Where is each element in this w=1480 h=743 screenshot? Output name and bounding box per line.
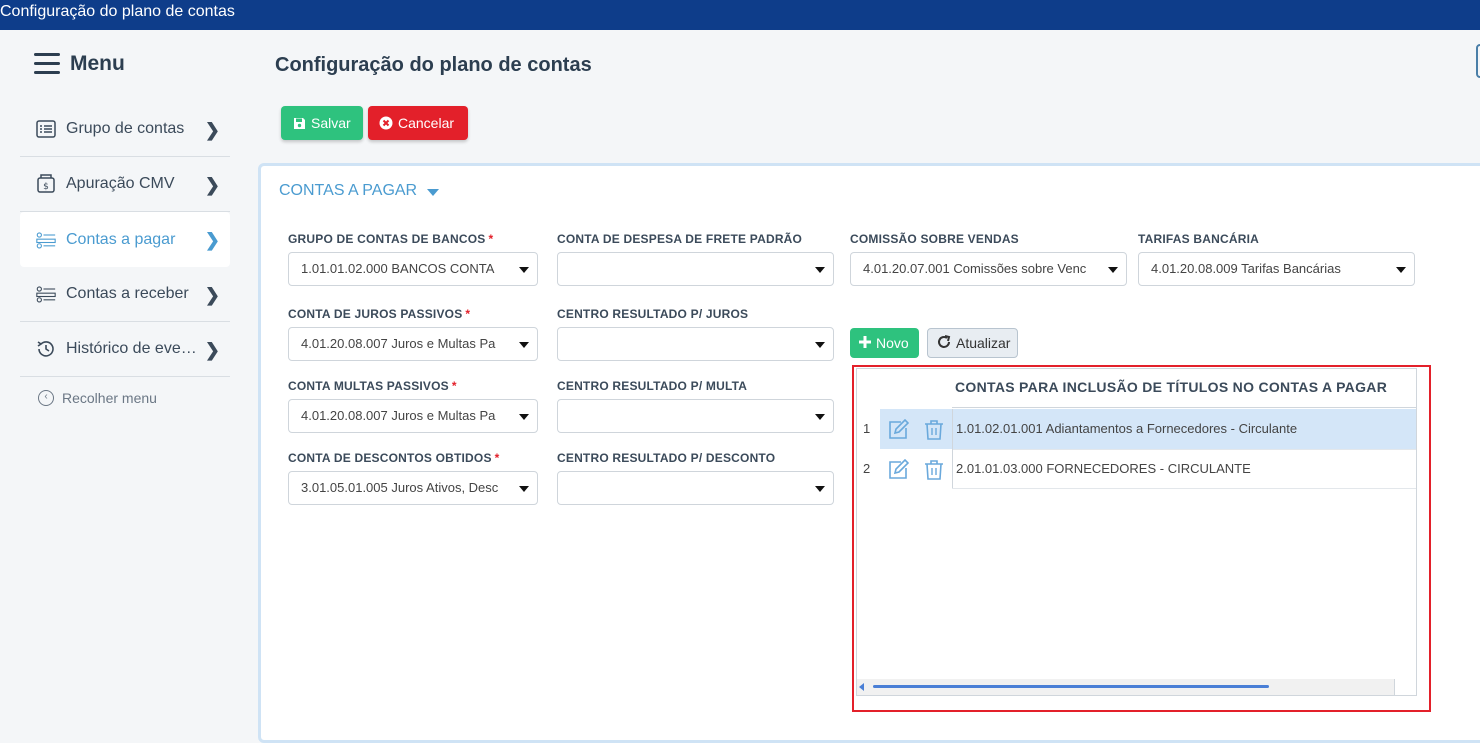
accounts-list-icon [36,284,56,304]
history-icon [36,339,56,359]
plus-icon [858,335,872,352]
trash-icon[interactable] [923,419,945,441]
floppy-icon [292,116,306,130]
field-label-descontos: CONTA DE DESCONTOS OBTIDOS * [288,451,500,465]
chevron-right-icon: ❯ [204,340,220,360]
page-title: Configuração do plano de contas [275,54,592,76]
field-label-centro-juros: CENTRO RESULTADO P/ JUROS [557,307,749,321]
menu-header[interactable]: Menu [34,52,125,76]
table-row[interactable]: 1 1.01.02.01.001 Adiantamentos a Fornece… [857,409,1416,449]
field-label-multas-passivos: CONTA MULTAS PASSIVOS * [288,379,457,393]
save-button[interactable]: Salvar [281,106,363,140]
scrollbar-thumb[interactable] [873,685,1269,688]
window-titlebar: Configuração do plano de contas [0,0,1480,30]
grid-title: CONTAS PARA INCLUSÃO DE TÍTULOS NO CONTA… [955,379,1388,395]
select-despesa-frete[interactable] [557,252,834,286]
cancel-button[interactable]: Cancelar [368,106,468,140]
section-header[interactable]: CONTAS A PAGAR [279,182,440,200]
row-account-cell[interactable]: 2.01.01.03.000 FORNECEDORES - CIRCULANTE [952,449,1416,489]
row-number: 1 [863,421,871,436]
collapse-menu-label: Recolher menu [62,390,157,406]
select-juros-passivos[interactable]: 4.01.20.08.007 Juros e Multas Pa [288,327,538,361]
trash-icon[interactable] [923,459,945,481]
refresh-icon [936,334,952,353]
hamburger-icon[interactable] [34,53,60,75]
menu-title: Menu [70,52,125,75]
select-grupo-bancos[interactable]: 1.01.01.02.000 BANCOS CONTA [288,252,538,286]
chevron-right-icon: ❯ [204,230,220,250]
close-circle-icon [379,116,393,130]
row-divider [952,488,1416,489]
sidebar-item-label: Contas a pagar [66,230,176,248]
sidebar-item-label: Apuração CMV [66,175,175,192]
sidebar-nav: Grupo de contas ❯ $ Apuração CMV ❯ Conta… [20,102,230,377]
sidebar-item-contas-a-receber[interactable]: Contas a receber ❯ [20,267,230,322]
select-tarifas[interactable]: 4.01.20.08.009 Tarifas Bancárias [1138,252,1415,286]
dropdown-arrow-icon [815,414,825,420]
new-button[interactable]: Novo [850,328,919,358]
select-multas-passivos[interactable]: 4.01.20.08.007 Juros e Multas Pa [288,399,538,433]
cancel-label: Cancelar [398,115,455,131]
field-label-centro-multa: CENTRO RESULTADO P/ MULTA [557,379,748,393]
edit-icon[interactable] [887,458,910,481]
collapse-menu-button[interactable]: ‹ Recolher menu [38,390,157,406]
select-comissao[interactable]: 4.01.20.07.001 Comissões sobre Venc [850,252,1127,286]
horizontal-scrollbar[interactable] [857,679,1416,695]
chevron-right-icon: ❯ [204,120,220,140]
row-account-cell[interactable]: 1.01.02.01.001 Adiantamentos a Fornecedo… [952,409,1416,449]
sidebar-item-historico[interactable]: Histórico de eve… ❯ [20,322,230,377]
field-label-despesa-frete: CONTA DE DESPESA DE FRETE PADRÃO [557,232,803,246]
sidebar-item-label: Contas a receber [66,285,189,302]
grid-header-divider [952,407,1417,408]
window-title: Configuração do plano de contas [0,3,235,20]
table-row[interactable]: 2 2.01.01.03.000 FORNECEDORES - CIRCULAN… [857,449,1416,489]
sidebar-item-apuracao-cmv[interactable]: $ Apuração CMV ❯ [20,157,230,212]
sidebar-item-grupo-de-contas[interactable]: Grupo de contas ❯ [20,102,230,157]
field-label-grupo-bancos: GRUPO DE CONTAS DE BANCOS * [288,232,494,246]
edit-icon[interactable] [887,418,910,441]
row-number: 2 [863,461,871,476]
dropdown-arrow-icon [519,486,529,492]
dropdown-arrow-icon [1396,267,1406,273]
refresh-button[interactable]: Atualizar [927,328,1018,358]
sidebar-item-label: Histórico de eve… [66,340,197,357]
field-label-tarifas: TARIFAS BANCÁRIA [1138,232,1259,246]
new-label: Novo [876,335,909,351]
svg-text:$: $ [43,182,49,192]
dropdown-arrow-icon [519,414,529,420]
scrollbar-corner [1394,679,1416,695]
sidebar-item-label: Grupo de contas [66,120,185,137]
row-actions [880,409,952,449]
field-label-centro-desconto: CENTRO RESULTADO P/ DESCONTO [557,451,776,465]
scroll-left-arrow-icon[interactable] [859,683,864,691]
section-title: CONTAS A PAGAR [279,182,418,199]
dropdown-arrow-icon [815,486,825,492]
caret-down-icon [427,188,440,196]
select-centro-juros[interactable] [557,327,834,361]
sidebar-item-contas-a-pagar[interactable]: Contas a pagar ❯ [20,212,230,267]
right-edge-button[interactable] [1476,44,1480,78]
dropdown-arrow-icon [519,267,529,273]
select-descontos[interactable]: 3.01.05.01.005 Juros Ativos, Desc [288,471,538,505]
select-centro-multa[interactable] [557,399,834,433]
save-label: Salvar [311,115,351,131]
dropdown-arrow-icon [815,267,825,273]
select-centro-desconto[interactable] [557,471,834,505]
money-box-icon: $ [36,174,56,194]
chevron-left-circle-icon: ‹ [38,390,54,406]
refresh-label: Atualizar [956,335,1011,351]
field-label-juros-passivos: CONTA DE JUROS PASSIVOS * [288,307,471,321]
chevron-right-icon: ❯ [204,285,220,305]
accounts-list-icon [36,230,56,250]
chevron-right-icon: ❯ [204,175,220,195]
row-actions [880,449,952,489]
dropdown-arrow-icon [1108,267,1118,273]
field-label-comissao: COMISSÃO SOBRE VENDAS [850,232,1019,246]
dropdown-arrow-icon [519,342,529,348]
accounts-grid: CONTAS PARA INCLUSÃO DE TÍTULOS NO CONTA… [856,368,1417,696]
list-icon [36,119,56,139]
dropdown-arrow-icon [815,342,825,348]
